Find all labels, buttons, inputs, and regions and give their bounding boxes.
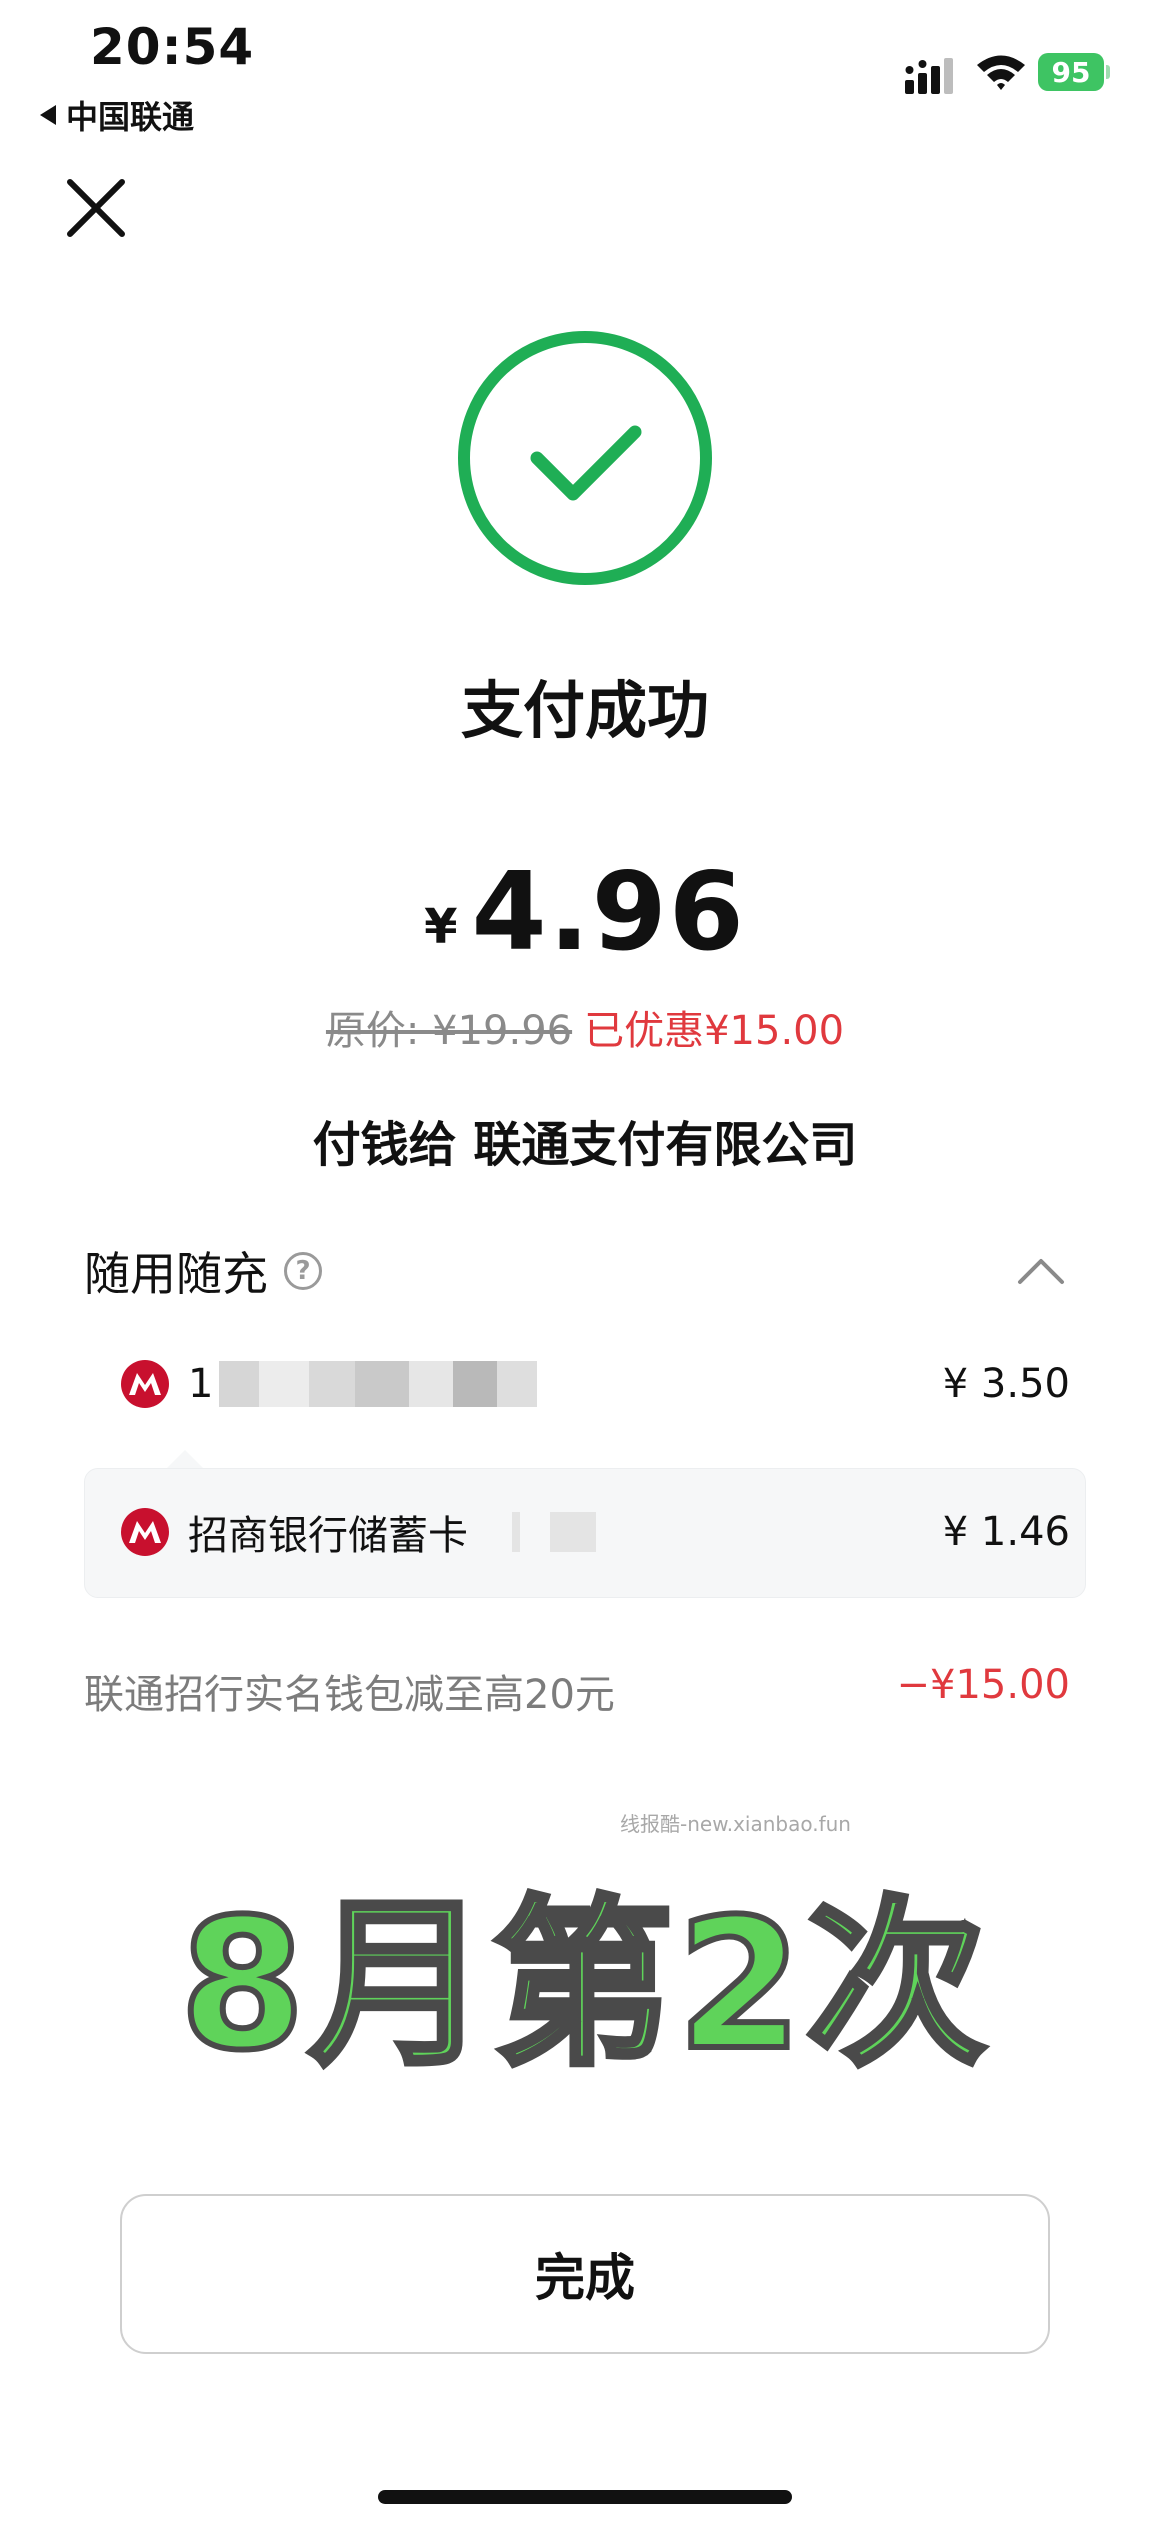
account-prefix: 1	[188, 1361, 214, 1407]
cmb-bank-logo-icon	[121, 1360, 169, 1408]
bank-name: 招商银行储蓄卡	[188, 1513, 468, 1559]
page-title: 支付成功	[460, 674, 709, 747]
payment-method-header: 随用随充 ?	[84, 1238, 322, 1304]
item-amount: ¥ 1.46	[942, 1509, 1070, 1555]
promotion-amount: −¥15.00	[896, 1662, 1070, 1708]
close-icon[interactable]	[64, 176, 128, 240]
original-price: 原价: ¥19.96	[325, 1008, 573, 1054]
battery-level: 95	[1038, 53, 1104, 91]
masked-account: 1	[188, 1361, 538, 1407]
watermark: 线报酷-new.xianbao.fun	[620, 1812, 851, 1836]
redacted-blur	[219, 1361, 538, 1407]
home-indicator[interactable]	[378, 2490, 792, 2504]
saved-amount: 已优惠¥15.00	[584, 1008, 845, 1054]
redacted-blur	[512, 1512, 596, 1552]
battery-indicator: 95	[1038, 52, 1110, 92]
wifi-icon	[977, 55, 1025, 90]
done-button[interactable]: 完成	[120, 2194, 1050, 2354]
promotion-row: 联通招行实名钱包减至高20元 −¥15.00	[84, 1662, 1070, 1720]
status-time: 20:54	[90, 18, 255, 76]
back-triangle-icon	[40, 105, 56, 125]
item-amount: ¥ 3.50	[942, 1361, 1070, 1407]
payment-method-title: 随用随充	[84, 1247, 268, 1301]
discount-info: 原价: ¥19.96 已优惠¥15.00	[0, 998, 1170, 1056]
cellular-signal-icon	[905, 58, 953, 94]
payee: 付钱给 联通支付有限公司	[312, 1117, 858, 1173]
overlay-caption: 8月第2次	[177, 1878, 991, 2093]
amount-value: 4.96	[471, 850, 746, 975]
currency-symbol: ¥	[424, 899, 458, 955]
list-item: 1 ¥ 3.50	[120, 1352, 1070, 1416]
help-icon[interactable]: ?	[284, 1252, 322, 1290]
carrier-back-link[interactable]: 中国联通	[40, 92, 194, 138]
battery-cap	[1106, 65, 1110, 79]
list-item: 招商银行储蓄卡 ¥ 1.46	[120, 1500, 1070, 1564]
callout-pointer	[165, 1450, 205, 1470]
paid-amount: ¥4.96	[0, 850, 1170, 975]
cmb-bank-logo-icon	[121, 1508, 169, 1556]
carrier-name: 中国联通	[66, 98, 195, 136]
success-check-icon	[458, 331, 712, 585]
chevron-up-icon[interactable]	[1016, 1254, 1066, 1288]
promotion-label: 联通招行实名钱包减至高20元	[84, 1672, 615, 1718]
